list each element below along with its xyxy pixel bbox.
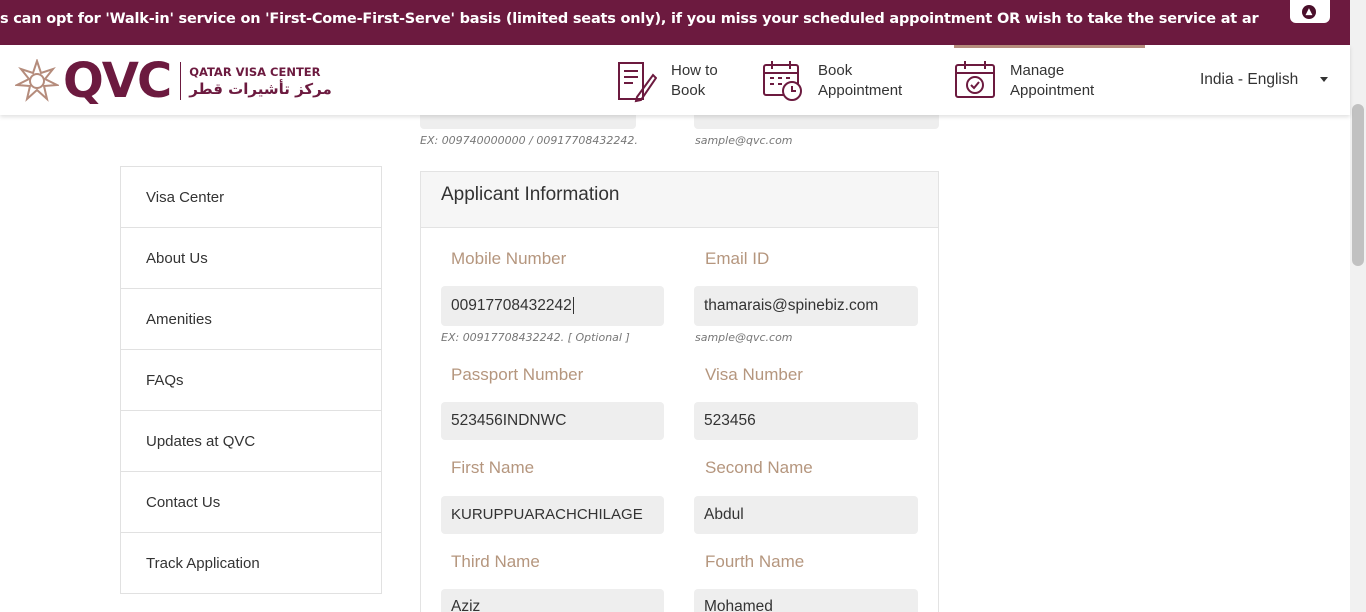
mobile-number-hint: EX: 00917708432242. [ Optional ] [441, 331, 630, 344]
fourth-name-input[interactable]: Mohamed [694, 589, 918, 612]
sidebar-item-track-application[interactable]: Track Application [121, 533, 381, 593]
third-name-label: Third Name [451, 552, 540, 571]
sidebar-item-about-us[interactable]: About Us [121, 228, 381, 289]
sidebar-item-updates[interactable]: Updates at QVC [121, 411, 381, 472]
nav-manage-appointment-line2: Appointment [1010, 82, 1095, 99]
chevron-down-icon[interactable] [1320, 77, 1328, 82]
scrollbar-thumb[interactable] [1352, 104, 1364, 266]
previous-email-hint: sample@qvc.com [695, 134, 793, 147]
mobile-number-label: Mobile Number [451, 249, 567, 268]
logo-text: QATAR VISA CENTER مركز تأشيرات قطر [189, 65, 332, 98]
calendar-clock-icon [763, 61, 802, 101]
nav-how-to-book-line1: How to [671, 62, 718, 79]
sidebar-item-contact-us[interactable]: Contact Us [121, 472, 381, 533]
applicant-information-panel: Applicant Information [420, 171, 939, 612]
second-name-input[interactable]: Abdul [694, 496, 918, 534]
email-id-input[interactable]: thamarais@spinebiz.com [694, 286, 918, 326]
calendar-check-icon [955, 61, 995, 98]
nav-how-to-book-line2: Book [671, 82, 706, 99]
logo-english-name: QATAR VISA CENTER [189, 64, 321, 79]
logo-divider [180, 62, 182, 100]
chevron-up-icon: ▲ [1302, 5, 1316, 19]
scroll-top-button[interactable]: ▲ [1290, 0, 1330, 23]
visa-number-input[interactable]: 523456 [694, 402, 918, 440]
first-name-input[interactable]: KURUPPUARACHCHILAGE [441, 496, 664, 534]
banner-text: s can opt for 'Walk-in' service on 'Firs… [0, 11, 1259, 27]
previous-mobile-hint: EX: 009740000000 / 00917708432242. [420, 134, 638, 147]
site-header: QVC QATAR VISA CENTER مركز تأشيرات قطر H… [0, 45, 1350, 115]
nav-manage-appointment-line1: Manage [1010, 62, 1065, 79]
email-id-hint: sample@qvc.com [695, 331, 793, 344]
nav-how-to-book[interactable]: How to Book [615, 59, 718, 103]
site-logo[interactable]: QVC QATAR VISA CENTER مركز تأشيرات قطر [15, 55, 332, 107]
emblem-icon [15, 59, 59, 102]
language-selector[interactable]: India - English [1200, 71, 1298, 89]
page-scrollbar[interactable] [1350, 0, 1366, 612]
sidebar-item-visa-center[interactable]: Visa Center [121, 167, 381, 228]
email-id-label: Email ID [705, 249, 770, 268]
sidebar-item-faqs[interactable]: FAQs [121, 350, 381, 411]
nav-book-appointment-line2: Appointment [818, 82, 903, 99]
announcement-banner: s can opt for 'Walk-in' service on 'Firs… [0, 0, 1350, 45]
document-edit-icon [618, 62, 657, 103]
text-cursor [572, 297, 574, 315]
third-name-input[interactable]: Aziz [441, 589, 664, 612]
mobile-number-value: 00917708432242 [451, 297, 572, 314]
previous-mobile-input[interactable] [420, 115, 636, 129]
nav-book-appointment[interactable]: Book Appointment [762, 59, 902, 103]
previous-email-input[interactable] [694, 115, 939, 129]
second-name-label: Second Name [705, 458, 813, 477]
sidebar-menu: Visa Center About Us Amenities FAQs Upda… [120, 166, 382, 594]
panel-title: Applicant Information [421, 172, 938, 228]
logo-arabic-name: مركز تأشيرات قطر [189, 79, 332, 98]
passport-number-input[interactable]: 523456INDNWC [441, 402, 664, 440]
active-nav-indicator [954, 45, 1145, 48]
mobile-number-input[interactable]: 00917708432242 [441, 286, 664, 326]
visa-number-label: Visa Number [705, 365, 803, 384]
first-name-label: First Name [451, 458, 535, 477]
nav-manage-appointment[interactable]: Manage Appointment [954, 59, 1094, 103]
logo-wordmark: QVC [63, 53, 172, 109]
sidebar-item-amenities[interactable]: Amenities [121, 289, 381, 350]
passport-number-label: Passport Number [451, 365, 584, 384]
fourth-name-label: Fourth Name [705, 552, 805, 571]
nav-book-appointment-line1: Book [818, 62, 853, 79]
